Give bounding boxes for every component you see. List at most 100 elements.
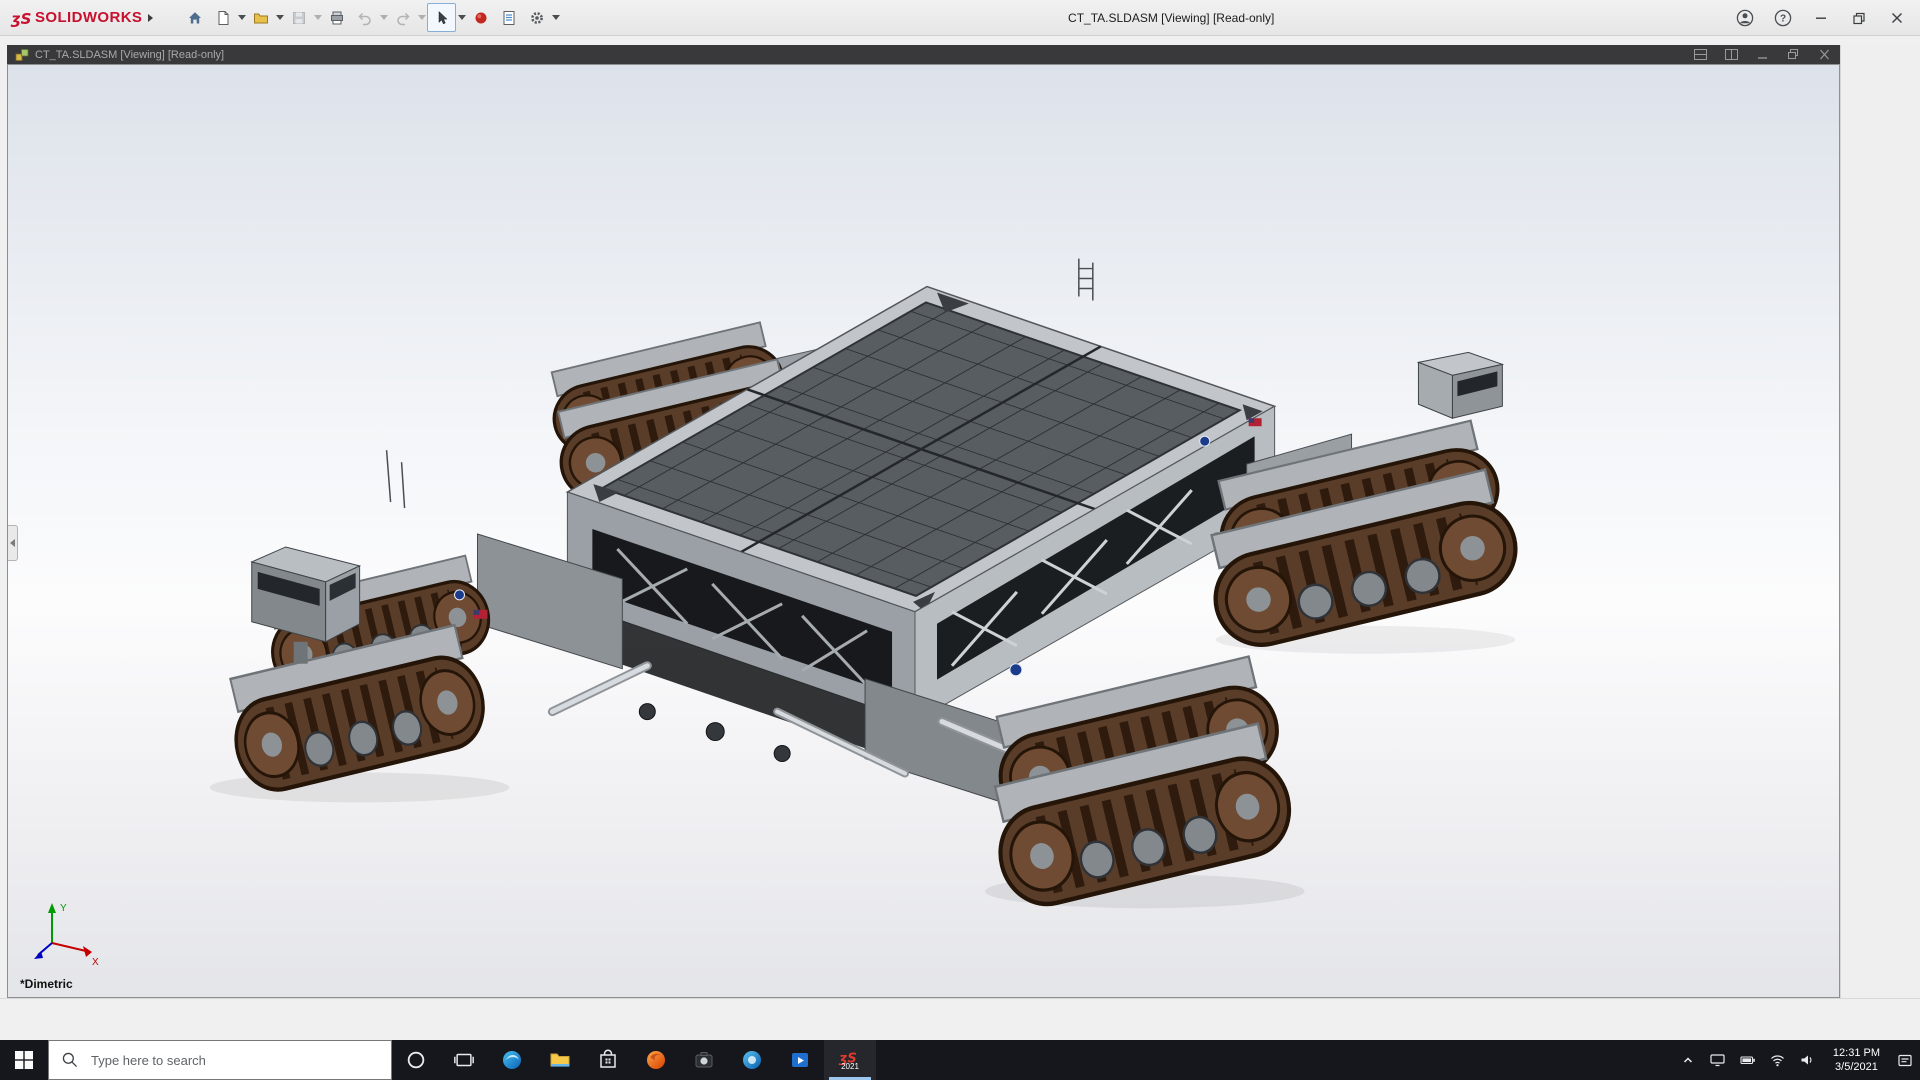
chevron-left-icon <box>10 539 15 547</box>
help-icon: ? <box>1774 9 1792 27</box>
redo-button[interactable] <box>389 4 416 31</box>
print-button[interactable] <box>323 4 350 31</box>
cortana-button[interactable] <box>392 1040 440 1080</box>
redo-dropdown[interactable] <box>417 4 426 31</box>
task-pane-strip <box>1840 36 1920 998</box>
close-window-button[interactable] <box>1878 0 1916 35</box>
chevron-down-icon <box>458 15 466 20</box>
titlebar-right-controls: ? <box>1726 0 1920 35</box>
restore-icon <box>1787 49 1800 60</box>
hidden-icons-button[interactable] <box>1673 1040 1703 1080</box>
firefox-icon <box>644 1048 668 1072</box>
undo-icon <box>357 10 373 26</box>
feature-manager-collapsed-tab[interactable] <box>8 525 18 561</box>
home-button[interactable] <box>181 4 208 31</box>
taskbar-app-edge[interactable] <box>488 1040 536 1080</box>
open-folder-icon <box>253 10 269 26</box>
undo-dropdown[interactable] <box>379 4 388 31</box>
open-button[interactable] <box>247 4 274 31</box>
chevron-down-icon <box>314 15 322 20</box>
document-titlebar[interactable]: CT_TA.SLDASM [Viewing] [Read-only] <box>7 45 1840 64</box>
taskbar-app-file-explorer[interactable] <box>536 1040 584 1080</box>
close-icon <box>1890 11 1904 25</box>
doc-minimize-button[interactable] <box>1755 48 1770 61</box>
taskbar-app-firefox[interactable] <box>632 1040 680 1080</box>
app-window-title: CT_TA.SLDASM [Viewing] [Read-only] <box>1068 0 1274 36</box>
brand-text: SOLIDWORKS <box>35 9 142 26</box>
help-button[interactable]: ? <box>1764 0 1802 35</box>
task-view-button[interactable] <box>440 1040 488 1080</box>
home-icon <box>187 10 203 26</box>
start-button[interactable] <box>0 1040 48 1080</box>
media-app-icon <box>788 1048 812 1072</box>
red-sphere-icon <box>473 10 489 26</box>
open-dropdown[interactable] <box>275 4 284 31</box>
status-bar <box>0 998 1920 1040</box>
tile-horizontal-button[interactable] <box>1693 48 1708 61</box>
tile-horizontal-icon <box>1694 49 1707 60</box>
save-button[interactable] <box>285 4 312 31</box>
windows-logo-icon <box>15 1051 33 1069</box>
minimize-window-button[interactable] <box>1802 0 1840 35</box>
action-center-icon <box>1897 1053 1913 1068</box>
account-button[interactable] <box>1726 0 1764 35</box>
chevron-down-icon <box>380 15 388 20</box>
chevron-down-icon <box>276 15 284 20</box>
search-icon <box>61 1051 79 1069</box>
taskbar-search[interactable] <box>48 1040 392 1080</box>
file-properties-button[interactable] <box>495 4 522 31</box>
triad-y-label: Y <box>60 903 67 914</box>
svg-text:?: ? <box>1780 13 1786 24</box>
windows-taskbar: ʒS 2021 <box>0 1040 1920 1080</box>
minimize-icon <box>1756 49 1769 60</box>
doc-close-button[interactable] <box>1817 48 1832 61</box>
display-tray-button[interactable] <box>1703 1040 1733 1080</box>
undo-button[interactable] <box>351 4 378 31</box>
account-icon <box>1736 9 1754 27</box>
redo-icon <box>395 10 411 26</box>
select-tool-dropdown[interactable] <box>457 4 466 31</box>
doc-restore-button[interactable] <box>1786 48 1801 61</box>
left-margin <box>0 36 7 998</box>
close-icon <box>1818 49 1831 60</box>
taskbar-app-blue-globe[interactable] <box>728 1040 776 1080</box>
taskbar-app-media[interactable] <box>776 1040 824 1080</box>
options-dropdown[interactable] <box>551 4 560 31</box>
clock-date: 3/5/2021 <box>1835 1060 1878 1074</box>
search-input[interactable] <box>89 1052 363 1069</box>
tile-vertical-button[interactable] <box>1724 48 1739 61</box>
select-tool-button[interactable] <box>427 3 456 32</box>
clock-time: 12:31 PM <box>1833 1046 1880 1060</box>
gear-icon <box>529 10 545 26</box>
chevron-down-icon <box>552 15 560 20</box>
taskbar-app-camera[interactable] <box>680 1040 728 1080</box>
taskbar-clock[interactable]: 12:31 PM 3/5/2021 <box>1823 1040 1890 1080</box>
save-dropdown[interactable] <box>313 4 322 31</box>
minimize-icon <box>1814 11 1828 25</box>
new-document-icon <box>215 10 231 26</box>
blue-globe-app-icon <box>740 1048 764 1072</box>
app-titlebar[interactable]: ʒS SOLIDWORKS <box>0 0 1920 36</box>
orientation-triad: Y X <box>30 897 102 969</box>
solidworks-logo-icon: ʒS <box>10 8 32 28</box>
taskbar-app-solidworks-active[interactable]: ʒS 2021 <box>824 1040 876 1080</box>
brand-expand-arrow-icon[interactable] <box>145 13 155 23</box>
options-button[interactable] <box>523 4 550 31</box>
model-scene[interactable] <box>8 65 1839 997</box>
taskbar-app-store[interactable] <box>584 1040 632 1080</box>
restore-window-button[interactable] <box>1840 0 1878 35</box>
battery-tray-button[interactable] <box>1733 1040 1763 1080</box>
new-document-dropdown[interactable] <box>237 4 246 31</box>
graphics-area[interactable]: Y X *Dimetric <box>7 64 1840 998</box>
new-document-button[interactable] <box>209 4 236 31</box>
solidworks-brand: ʒS SOLIDWORKS <box>0 8 155 28</box>
network-tray-button[interactable] <box>1763 1040 1793 1080</box>
display-icon <box>1710 1053 1725 1067</box>
print-icon <box>329 10 345 26</box>
view-orientation-label: *Dimetric <box>20 977 73 991</box>
chevron-up-icon <box>1681 1053 1695 1067</box>
rebuild-button[interactable] <box>467 4 494 31</box>
action-center-button[interactable] <box>1890 1040 1920 1080</box>
operator-cab-right <box>1418 352 1502 418</box>
volume-tray-button[interactable] <box>1793 1040 1823 1080</box>
